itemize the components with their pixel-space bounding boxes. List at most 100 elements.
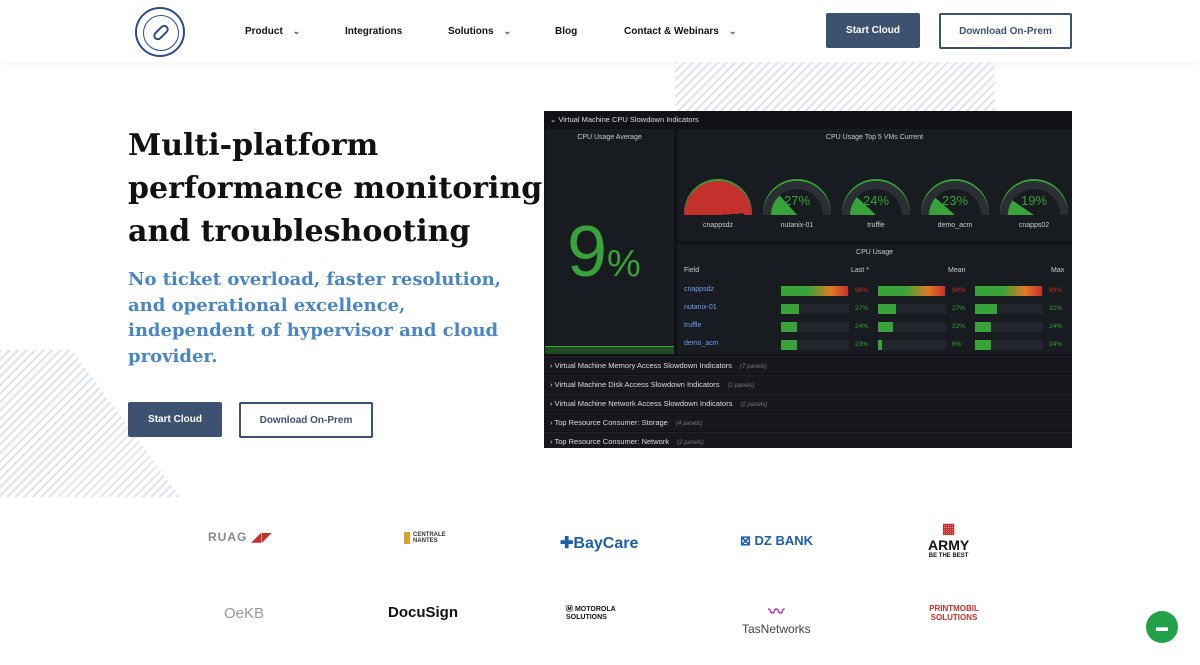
hero-start-cloud-button[interactable]: Start Cloud <box>128 402 222 437</box>
sparkline <box>545 346 674 354</box>
chevron-down-icon: ⌄ <box>503 26 512 36</box>
gauge-arc <box>842 181 910 215</box>
panel-count: (2 panels) <box>677 440 704 446</box>
chat-button[interactable]: ▬ <box>1146 611 1178 643</box>
nav-integrations[interactable]: Integrations <box>345 26 402 37</box>
section-title: Top Resource Consumer: Network <box>554 437 670 446</box>
field-link[interactable]: nutanix-01 <box>684 304 717 311</box>
section-title: Virtual Machine CPU Slowdown Indicators <box>558 115 699 124</box>
dashboard-screenshot: ⌄ Virtual Machine CPU Slowdown Indicator… <box>544 111 1072 448</box>
bar-value: 99% <box>1049 287 1063 294</box>
column-header: Max <box>1051 267 1065 274</box>
gauge-label: cnapps02 <box>1018 222 1050 229</box>
bar-gauge <box>781 286 849 296</box>
collapsed-section[interactable]: › Virtual Machine Disk Access Slowdown I… <box>544 375 1072 393</box>
gauge-label: nutanix-01 <box>780 222 814 229</box>
column-header: Mean <box>948 267 966 274</box>
field-link[interactable]: demo_acm <box>684 340 719 347</box>
hero-download-button[interactable]: Download On-Prem <box>239 402 373 438</box>
nav-label: Product <box>245 26 283 37</box>
logo-motorola: Ⓜ MOTOROLA SOLUTIONS <box>566 606 616 621</box>
collapsed-section[interactable]: › Top Resource Consumer: Network (2 panel… <box>544 432 1072 448</box>
bar-value: 24% <box>1049 341 1063 348</box>
hero-title: Multi-platform performance monitoring an… <box>128 128 543 249</box>
logo-baycare: ✚BayCare <box>560 535 639 552</box>
panel-count: (7 panels) <box>740 364 767 370</box>
table-row: nutanix-01 27% 27% 32% <box>677 302 1062 316</box>
panel-title: CPU Usage Top 5 VMs Current <box>825 134 924 141</box>
gauge-arc <box>921 181 989 215</box>
bar-gauge <box>781 304 849 314</box>
field-link[interactable]: cnappsdz <box>684 286 714 293</box>
avg-panel: CPU Usage Average 9% <box>545 129 674 354</box>
panel-count: (4 panels) <box>675 421 703 427</box>
bar-value: 98% <box>855 287 869 294</box>
section-title: Virtual Machine Memory Access Slowdown I… <box>554 361 733 370</box>
bar-gauge <box>878 340 946 350</box>
gauge-label: demo_acm <box>937 222 973 229</box>
bar-gauge <box>878 304 946 314</box>
bar-gauge <box>975 322 1043 332</box>
hero-subtitle: No ticket overload, faster resolution, a… <box>128 269 501 367</box>
table-row: truffle 24% 22% 24% <box>677 320 1062 334</box>
panel-count: (2 panels) <box>727 383 755 389</box>
bar-gauge <box>781 322 849 332</box>
nav-blog[interactable]: Blog <box>555 26 577 37</box>
nav-product[interactable]: Product ⌄ <box>245 26 300 37</box>
column-header: Field <box>684 267 700 274</box>
logo-dz-bank: ⊠ DZ BANK <box>740 533 814 548</box>
gauge: 27%nutanix-01 <box>762 181 832 229</box>
logo-ruag: RUAG ◢◤ <box>208 530 273 544</box>
bar-gauge <box>975 286 1043 296</box>
bar-value: 98% <box>952 287 966 294</box>
avg-unit: % <box>607 243 641 285</box>
collapsed-section[interactable]: › Top Resource Consumer: Storage (4 panel… <box>544 413 1072 431</box>
chat-icon: ▬ <box>1156 620 1168 634</box>
bar-value: 22% <box>952 323 966 330</box>
column-header: Last * <box>851 267 869 274</box>
header-start-cloud-button[interactable]: Start Cloud <box>826 13 920 48</box>
nav-label: Contact & Webinars <box>624 26 719 37</box>
section-title: Virtual Machine Disk Access Slowdown Ind… <box>554 380 720 389</box>
logo-printmobil: PRINTMOBIL SOLUTIONS <box>929 604 979 622</box>
avg-value: 9% <box>567 211 641 293</box>
bar-gauge <box>975 304 1043 314</box>
panel-title: CPU Usage Average <box>577 134 642 141</box>
bar-value: 23% <box>855 341 869 348</box>
bar-value: 24% <box>855 323 869 330</box>
chevron-down-icon: ⌄ <box>292 26 301 36</box>
bar-gauge <box>878 322 946 332</box>
gauge-arc <box>763 181 831 215</box>
section-header: ⌄ Virtual Machine CPU Slowdown Indicator… <box>544 111 1072 129</box>
bar-value: 27% <box>952 305 966 312</box>
bar-value: 6% <box>952 341 962 348</box>
collapsed-section[interactable]: › Virtual Machine Memory Access Slowdown… <box>544 356 1072 374</box>
nav-solutions[interactable]: Solutions ⌄ <box>448 26 511 37</box>
section-title: Virtual Machine Network Access Slowdown … <box>554 399 733 408</box>
logo-tasnetworks: 〰 TasNetworks <box>742 604 811 636</box>
bar-value: 27% <box>855 305 869 312</box>
panel-title: CPU Usage <box>856 249 893 256</box>
nav-contact[interactable]: Contact & Webinars ⌄ <box>624 26 736 37</box>
field-link[interactable]: truffle <box>684 322 701 329</box>
panel-count: (2 panels) <box>740 402 768 408</box>
logo-centrale-nantes: CENTRALE NANTES <box>404 532 454 544</box>
logo-army: ▦ ARMY BE THE BEST <box>928 520 970 559</box>
header-download-button[interactable]: Download On-Prem <box>939 13 1072 49</box>
company-logo[interactable] <box>135 7 185 57</box>
gauge-arc <box>684 181 752 215</box>
bar-gauge <box>878 286 946 296</box>
collapsed-section[interactable]: › Virtual Machine Network Access Slowdow… <box>544 394 1072 412</box>
nav-label: Solutions <box>448 26 494 37</box>
bar-gauge <box>975 340 1043 350</box>
gauge-label: cnappsdz <box>703 222 733 229</box>
logo-docusign: DocuSign <box>388 604 458 621</box>
bar-gauge <box>781 340 849 350</box>
gauge: 98%cnappsdz <box>683 181 753 229</box>
avg-number: 9 <box>567 212 608 292</box>
chevron-down-icon: ⌄ <box>728 26 737 36</box>
gauge-arc <box>1000 181 1068 215</box>
bar-value: 24% <box>1049 323 1063 330</box>
top5-panel: CPU Usage Top 5 VMs Current 98%cnappsdz2… <box>677 129 1072 241</box>
section-title: Top Resource Consumer: Storage <box>554 418 668 427</box>
